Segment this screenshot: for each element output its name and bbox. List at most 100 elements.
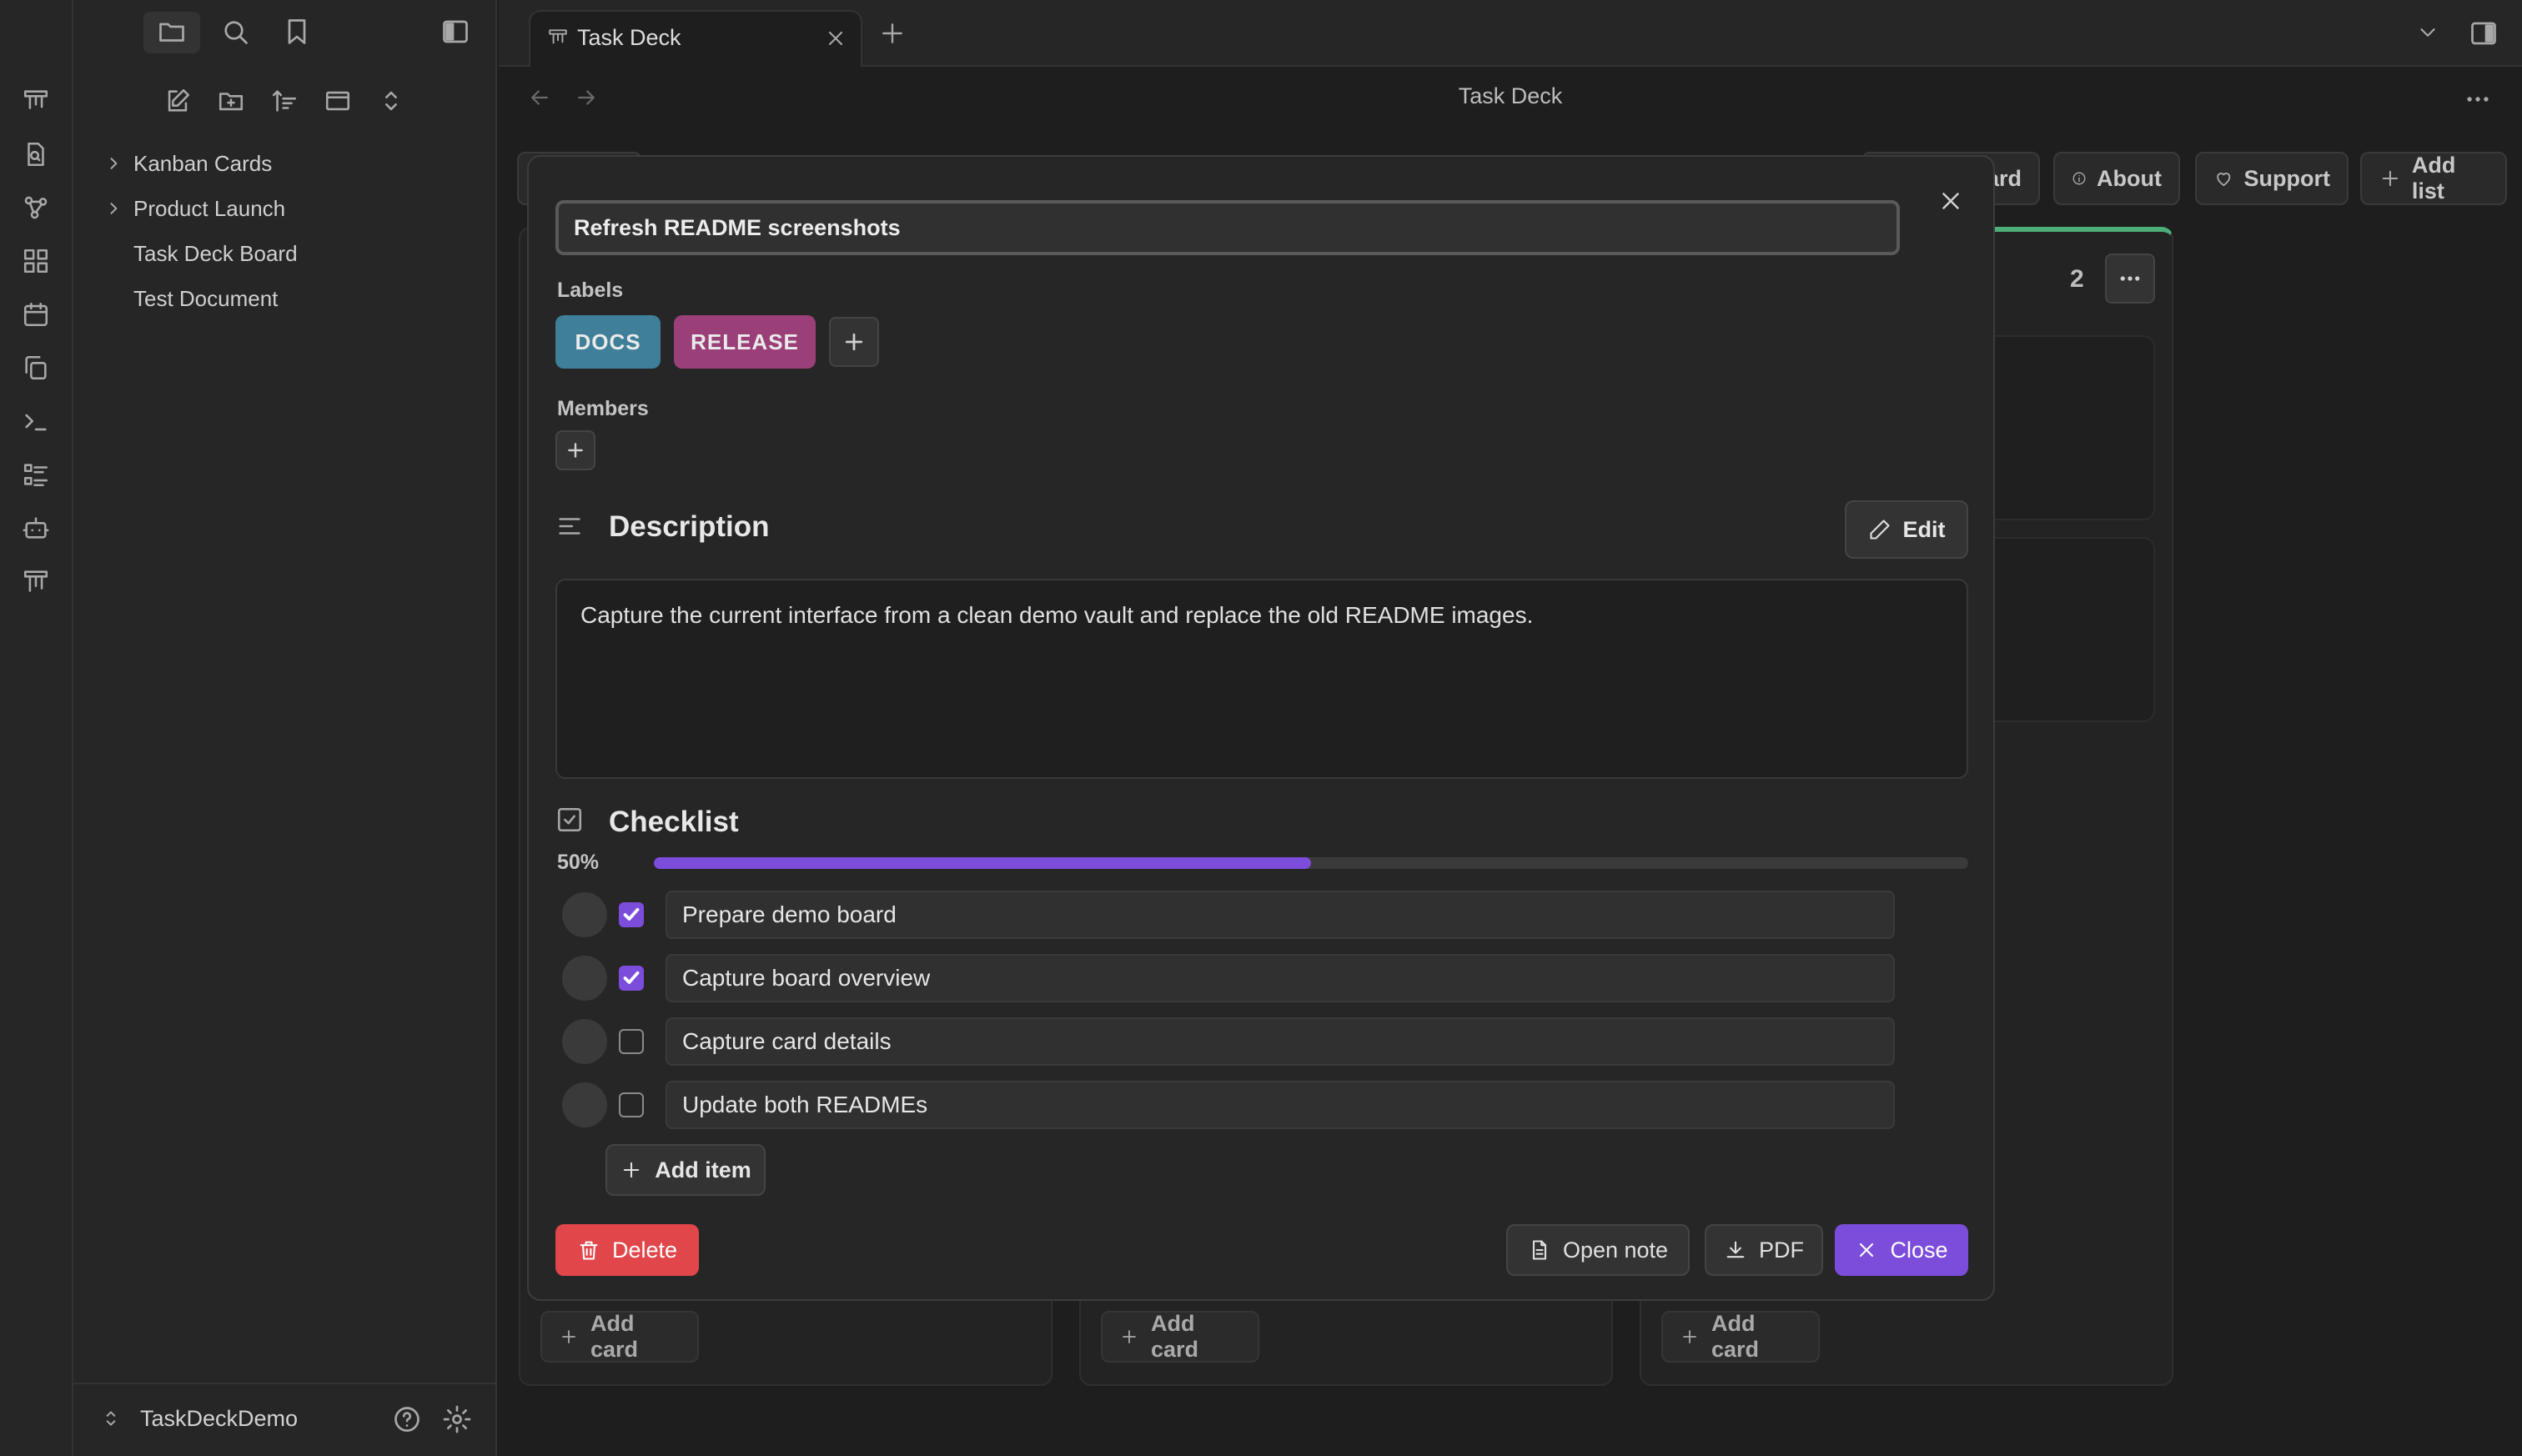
edit-description-button[interactable]: Edit xyxy=(1845,500,1968,559)
vault-name[interactable]: TaskDeckDemo xyxy=(140,1406,298,1432)
bot-icon[interactable] xyxy=(22,514,50,542)
view-header: Task Deck xyxy=(499,67,2522,128)
tree-item-kanban-cards[interactable]: Kanban Cards xyxy=(110,147,272,180)
checklist-item-input[interactable]: Update both READMEs xyxy=(666,1081,1895,1129)
checklist-item-input[interactable]: Capture board overview xyxy=(666,954,1895,1002)
new-tab-plus-icon[interactable] xyxy=(879,20,906,47)
tree-item-label: Task Deck Board xyxy=(133,241,298,266)
tab-label: Task Deck xyxy=(577,25,681,50)
open-note-button[interactable]: Open note xyxy=(1506,1224,1690,1276)
drag-handle[interactable] xyxy=(562,1082,607,1127)
card-title-input[interactable]: Refresh README screenshots xyxy=(555,200,1900,255)
description-content[interactable]: Capture the current interface from a cle… xyxy=(555,579,1968,779)
tab-bar: Task Deck xyxy=(499,0,2522,67)
folder-icon[interactable] xyxy=(157,17,187,47)
terminal-icon[interactable] xyxy=(22,407,50,435)
tree-item-label: Product Launch xyxy=(133,196,286,221)
plus-icon xyxy=(1680,1326,1700,1348)
plus-icon xyxy=(1119,1326,1139,1348)
tree-item-task-deck-board[interactable]: Task Deck Board xyxy=(133,237,298,270)
open-note-label: Open note xyxy=(1562,1237,1669,1263)
new-note-icon[interactable] xyxy=(163,87,192,115)
description-heading: Description xyxy=(609,510,770,543)
file-search-icon[interactable] xyxy=(22,140,50,168)
view-title: Task Deck xyxy=(1458,83,1563,108)
card-detail-modal: Refresh README screenshots Labels DOCS R… xyxy=(527,155,1995,1301)
delete-label: Delete xyxy=(611,1237,678,1263)
graph-view-icon[interactable] xyxy=(22,193,50,222)
tab-task-deck[interactable]: Task Deck xyxy=(529,10,862,67)
tab-list-chevron-icon[interactable] xyxy=(2415,20,2440,45)
add-list-button[interactable]: Add list xyxy=(2360,152,2507,205)
add-card-button[interactable]: Add card xyxy=(1101,1311,1259,1363)
file-explorer-sidebar: Kanban Cards Product Launch Task Deck Bo… xyxy=(73,0,497,1456)
checklist-heading: Checklist xyxy=(609,806,739,838)
sidebar-toggle-icon[interactable] xyxy=(440,17,470,47)
members-heading: Members xyxy=(557,397,649,420)
right-sidebar-toggle-icon[interactable] xyxy=(2469,18,2499,48)
copy-icon[interactable] xyxy=(22,354,50,382)
search-icon[interactable] xyxy=(220,17,250,47)
close-tab-icon[interactable] xyxy=(824,27,847,50)
bookmark-icon[interactable] xyxy=(282,17,312,47)
labels-heading: Labels xyxy=(557,279,624,302)
tree-item-test-document[interactable]: Test Document xyxy=(133,282,278,315)
settings-gear-icon[interactable] xyxy=(442,1404,472,1434)
unchecked-checkbox-icon[interactable] xyxy=(619,1092,644,1117)
label-chip-docs[interactable]: DOCS xyxy=(555,315,661,369)
checked-checkbox-icon[interactable] xyxy=(619,966,644,991)
collapse-all-icon[interactable] xyxy=(377,87,405,115)
lane-menu-icon[interactable] xyxy=(2105,254,2155,304)
tree-item-product-launch[interactable]: Product Launch xyxy=(110,192,286,225)
sort-icon[interactable] xyxy=(270,87,299,115)
vault-switcher-icon[interactable] xyxy=(100,1408,122,1429)
about-button[interactable]: About xyxy=(2053,152,2180,205)
info-icon xyxy=(2072,166,2087,191)
edit-label: Edit xyxy=(1902,516,1946,542)
unchecked-checkbox-icon[interactable] xyxy=(619,1029,644,1054)
add-card-button[interactable]: Add card xyxy=(1661,1311,1820,1363)
help-icon[interactable] xyxy=(392,1404,422,1434)
checklist-progress-label: 50% xyxy=(557,851,600,874)
close-button[interactable]: Close xyxy=(1835,1224,1968,1276)
add-label-button[interactable] xyxy=(829,317,879,367)
more-options-icon[interactable] xyxy=(2464,85,2492,113)
label-chip-release[interactable]: RELEASE xyxy=(674,315,816,369)
new-folder-icon[interactable] xyxy=(217,87,245,115)
auto-reveal-icon[interactable] xyxy=(324,87,352,115)
checklist-item-input[interactable]: Capture card details xyxy=(666,1017,1895,1066)
drag-handle[interactable] xyxy=(562,1019,607,1064)
checked-checkbox-icon[interactable] xyxy=(619,902,644,927)
delete-button[interactable]: Delete xyxy=(555,1224,699,1276)
lane-card-count: 2 xyxy=(2070,265,2084,293)
calendar-icon[interactable] xyxy=(22,300,50,329)
kanban-icon xyxy=(547,27,569,48)
board-icon[interactable] xyxy=(22,567,50,595)
modal-close-icon[interactable] xyxy=(1937,187,1965,215)
pdf-button[interactable]: PDF xyxy=(1705,1224,1823,1276)
canvas-icon[interactable] xyxy=(22,247,50,275)
kanban-icon[interactable] xyxy=(22,87,50,115)
plus-icon xyxy=(559,1326,579,1348)
description-align-icon xyxy=(555,512,584,540)
add-member-button[interactable] xyxy=(555,430,595,470)
checklist-progress-bar xyxy=(654,857,1968,869)
pdf-label: PDF xyxy=(1759,1237,1804,1263)
add-card-label: Add card xyxy=(1151,1311,1199,1362)
pencil-icon xyxy=(1868,518,1892,541)
list-icon[interactable] xyxy=(22,460,50,489)
tree-item-label: Test Document xyxy=(133,286,279,311)
chevron-right-icon xyxy=(105,200,122,217)
drag-handle[interactable] xyxy=(562,956,607,1001)
drag-handle[interactable] xyxy=(562,892,607,937)
add-card-button[interactable]: Add card xyxy=(540,1311,699,1363)
close-icon xyxy=(1855,1238,1878,1262)
add-item-label: Add item xyxy=(655,1157,751,1182)
plus-icon xyxy=(620,1158,643,1182)
add-item-button[interactable]: Add item xyxy=(605,1144,766,1196)
checklist-item-input[interactable]: Prepare demo board xyxy=(666,891,1895,939)
checklist-progress-fill xyxy=(654,857,1311,869)
add-card-label: Add card xyxy=(590,1311,639,1362)
support-button[interactable]: Support xyxy=(2195,152,2349,205)
checklist-checkbox-icon xyxy=(555,806,584,834)
